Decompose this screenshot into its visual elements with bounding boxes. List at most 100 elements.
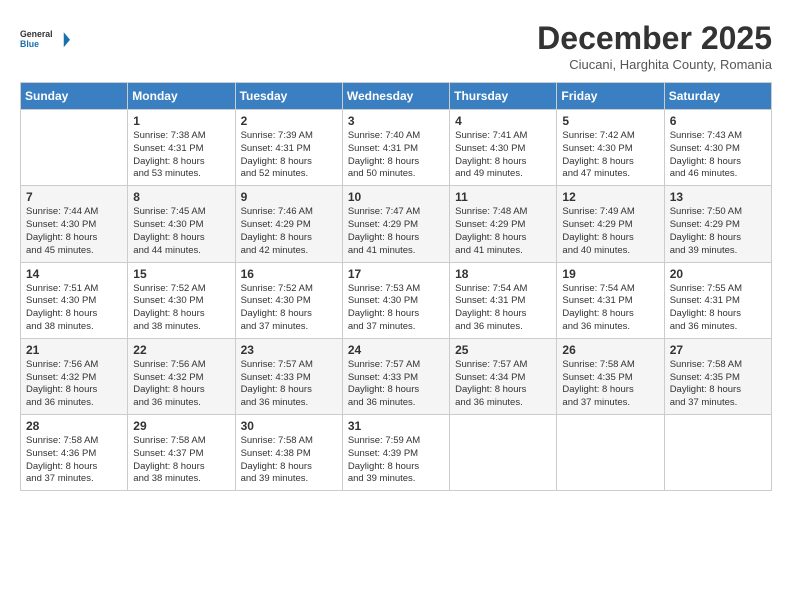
day-info: Sunrise: 7:44 AMSunset: 4:30 PMDaylight:… — [26, 206, 122, 257]
day-number: 11 — [455, 190, 551, 204]
day-number: 4 — [455, 114, 551, 128]
day-cell: 20Sunrise: 7:55 AMSunset: 4:31 PMDayligh… — [664, 262, 771, 338]
day-info: Sunrise: 7:58 AMSunset: 4:38 PMDaylight:… — [241, 435, 337, 486]
day-cell: 8 Sunrise: 7:45 AMSunset: 4:30 PMDaylight… — [128, 186, 235, 262]
day-cell: 25Sunrise: 7:57 AMSunset: 4:34 PMDayligh… — [450, 338, 557, 414]
day-cell: 6Sunrise: 7:43 AMSunset: 4:30 PMDaylight… — [664, 110, 771, 186]
week-row-1: 1 Sunrise: 7:38 AMSunset: 4:31 PMDaylight… — [21, 110, 772, 186]
calendar-table: SundayMondayTuesdayWednesdayThursdayFrid… — [20, 82, 772, 491]
day-info: Sunrise: 7:58 AMSunset: 4:35 PMDaylight:… — [670, 359, 766, 410]
day-info: Sunrise: 7:45 AMSunset: 4:30 PMDaylight:… — [133, 206, 229, 257]
day-number: 13 — [670, 190, 766, 204]
day-cell: 2 Sunrise: 7:39 AMSunset: 4:31 PMDaylight… — [235, 110, 342, 186]
day-info: Sunrise: 7:59 AMSunset: 4:39 PMDaylight:… — [348, 435, 444, 486]
day-number: 16 — [241, 267, 337, 281]
week-row-4: 21 Sunrise: 7:56 AMSunset: 4:32 PMDayligh… — [21, 338, 772, 414]
day-number: 30 — [241, 419, 337, 433]
day-number: 14 — [26, 267, 122, 281]
day-cell: 10Sunrise: 7:47 AMSunset: 4:29 PMDayligh… — [342, 186, 449, 262]
day-number: 19 — [562, 267, 658, 281]
day-info: Sunrise: 7:39 AMSunset: 4:31 PMDaylight:… — [241, 130, 337, 181]
day-info: Sunrise: 7:50 AMSunset: 4:29 PMDaylight:… — [670, 206, 766, 257]
day-cell: 26 Sunrise: 7:58 AMSunset: 4:35 PMDayligh… — [557, 338, 664, 414]
day-info: Sunrise: 7:58 AMSunset: 4:37 PMDaylight:… — [133, 435, 229, 486]
day-cell: 30 Sunrise: 7:58 AMSunset: 4:38 PMDayligh… — [235, 415, 342, 491]
day-cell: 24 Sunrise: 7:57 AMSunset: 4:33 PMDayligh… — [342, 338, 449, 414]
location-subtitle: Ciucani, Harghita County, Romania — [537, 57, 772, 72]
day-info: Sunrise: 7:54 AMSunset: 4:31 PMDaylight:… — [455, 283, 551, 334]
day-cell — [21, 110, 128, 186]
weekday-header-friday: Friday — [557, 83, 664, 110]
weekday-header-row: SundayMondayTuesdayWednesdayThursdayFrid… — [21, 83, 772, 110]
day-cell: 12 Sunrise: 7:49 AMSunset: 4:29 PMDayligh… — [557, 186, 664, 262]
day-info: Sunrise: 7:40 AMSunset: 4:31 PMDaylight:… — [348, 130, 444, 181]
day-info: Sunrise: 7:54 AMSunset: 4:31 PMDaylight:… — [562, 283, 658, 334]
day-number: 23 — [241, 343, 337, 357]
day-number: 17 — [348, 267, 444, 281]
day-number: 10 — [348, 190, 444, 204]
day-number: 3 — [348, 114, 444, 128]
day-cell — [664, 415, 771, 491]
day-number: 29 — [133, 419, 229, 433]
day-number: 18 — [455, 267, 551, 281]
day-cell: 23 Sunrise: 7:57 AMSunset: 4:33 PMDayligh… — [235, 338, 342, 414]
logo-svg: General Blue — [20, 20, 70, 60]
day-info: Sunrise: 7:58 AMSunset: 4:35 PMDaylight:… — [562, 359, 658, 410]
day-cell — [557, 415, 664, 491]
day-info: Sunrise: 7:57 AMSunset: 4:33 PMDaylight:… — [348, 359, 444, 410]
day-cell: 15 Sunrise: 7:52 AMSunset: 4:30 PMDayligh… — [128, 262, 235, 338]
day-info: Sunrise: 7:56 AMSunset: 4:32 PMDaylight:… — [133, 359, 229, 410]
day-number: 15 — [133, 267, 229, 281]
svg-text:General: General — [20, 29, 53, 39]
day-info: Sunrise: 7:52 AMSunset: 4:30 PMDaylight:… — [133, 283, 229, 334]
day-number: 20 — [670, 267, 766, 281]
day-info: Sunrise: 7:42 AMSunset: 4:30 PMDaylight:… — [562, 130, 658, 181]
day-cell: 22 Sunrise: 7:56 AMSunset: 4:32 PMDayligh… — [128, 338, 235, 414]
day-info: Sunrise: 7:49 AMSunset: 4:29 PMDaylight:… — [562, 206, 658, 257]
day-cell: 28 Sunrise: 7:58 AMSunset: 4:36 PMDayligh… — [21, 415, 128, 491]
day-info: Sunrise: 7:56 AMSunset: 4:32 PMDaylight:… — [26, 359, 122, 410]
day-number: 8 — [133, 190, 229, 204]
day-cell: 18 Sunrise: 7:54 AMSunset: 4:31 PMDayligh… — [450, 262, 557, 338]
day-cell: 14Sunrise: 7:51 AMSunset: 4:30 PMDayligh… — [21, 262, 128, 338]
logo: General Blue — [20, 20, 70, 60]
day-cell: 3 Sunrise: 7:40 AMSunset: 4:31 PMDaylight… — [342, 110, 449, 186]
day-number: 22 — [133, 343, 229, 357]
day-cell: 4Sunrise: 7:41 AMSunset: 4:30 PMDaylight… — [450, 110, 557, 186]
day-number: 28 — [26, 419, 122, 433]
day-number: 9 — [241, 190, 337, 204]
day-number: 24 — [348, 343, 444, 357]
weekday-header-wednesday: Wednesday — [342, 83, 449, 110]
day-cell: 17 Sunrise: 7:53 AMSunset: 4:30 PMDayligh… — [342, 262, 449, 338]
day-info: Sunrise: 7:53 AMSunset: 4:30 PMDaylight:… — [348, 283, 444, 334]
week-row-5: 28 Sunrise: 7:58 AMSunset: 4:36 PMDayligh… — [21, 415, 772, 491]
day-number: 26 — [562, 343, 658, 357]
weekday-header-sunday: Sunday — [21, 83, 128, 110]
day-info: Sunrise: 7:48 AMSunset: 4:29 PMDaylight:… — [455, 206, 551, 257]
day-cell: 31 Sunrise: 7:59 AMSunset: 4:39 PMDayligh… — [342, 415, 449, 491]
day-cell: 13 Sunrise: 7:50 AMSunset: 4:29 PMDayligh… — [664, 186, 771, 262]
day-cell: 9Sunrise: 7:46 AMSunset: 4:29 PMDaylight… — [235, 186, 342, 262]
day-cell: 5Sunrise: 7:42 AMSunset: 4:30 PMDaylight… — [557, 110, 664, 186]
week-row-2: 7 Sunrise: 7:44 AMSunset: 4:30 PMDaylight… — [21, 186, 772, 262]
weekday-header-saturday: Saturday — [664, 83, 771, 110]
day-cell: 7 Sunrise: 7:44 AMSunset: 4:30 PMDaylight… — [21, 186, 128, 262]
title-area: December 2025 Ciucani, Harghita County, … — [537, 20, 772, 72]
day-number: 7 — [26, 190, 122, 204]
day-info: Sunrise: 7:38 AMSunset: 4:31 PMDaylight:… — [133, 130, 229, 181]
day-cell: 16 Sunrise: 7:52 AMSunset: 4:30 PMDayligh… — [235, 262, 342, 338]
day-number: 31 — [348, 419, 444, 433]
day-info: Sunrise: 7:43 AMSunset: 4:30 PMDaylight:… — [670, 130, 766, 181]
day-number: 1 — [133, 114, 229, 128]
day-number: 2 — [241, 114, 337, 128]
day-number: 12 — [562, 190, 658, 204]
month-title: December 2025 — [537, 20, 772, 57]
day-info: Sunrise: 7:58 AMSunset: 4:36 PMDaylight:… — [26, 435, 122, 486]
day-number: 21 — [26, 343, 122, 357]
day-info: Sunrise: 7:57 AMSunset: 4:33 PMDaylight:… — [241, 359, 337, 410]
day-info: Sunrise: 7:52 AMSunset: 4:30 PMDaylight:… — [241, 283, 337, 334]
weekday-header-thursday: Thursday — [450, 83, 557, 110]
weekday-header-monday: Monday — [128, 83, 235, 110]
day-cell — [450, 415, 557, 491]
weekday-header-tuesday: Tuesday — [235, 83, 342, 110]
